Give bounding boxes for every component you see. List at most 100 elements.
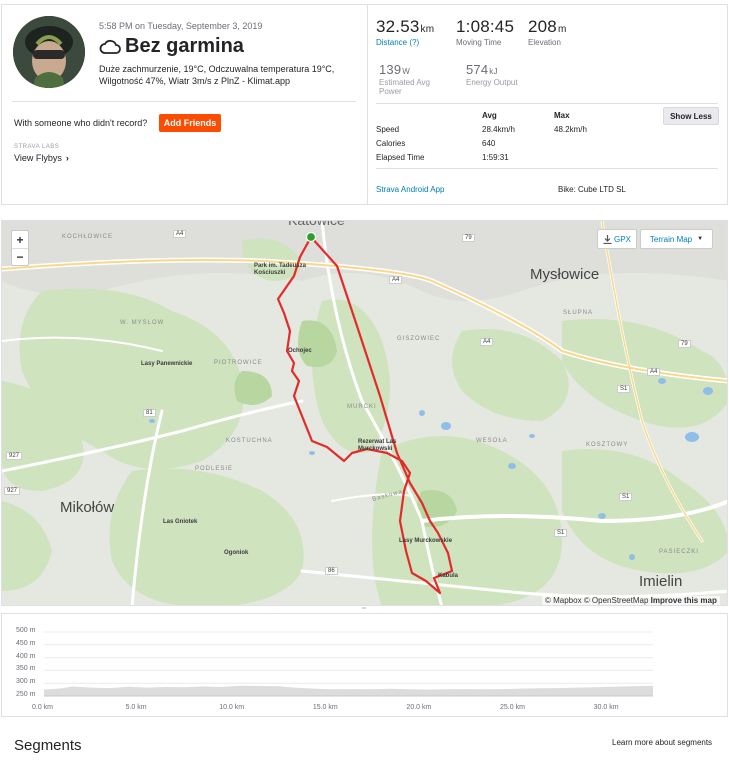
x-tick-label: 30.0 km <box>593 704 619 711</box>
row-avg: 1:59:31 <box>482 153 509 162</box>
energy-value: 574 <box>466 62 489 77</box>
x-tick-label: 20.0 km <box>406 704 432 711</box>
activity-description: Duże zachmurzenie, 19°C, Odczuwalna temp… <box>99 64 335 86</box>
road-shield: 79 <box>462 234 475 242</box>
zoom-in-button[interactable]: + <box>12 231 28 248</box>
y-tick-label: 300 m <box>16 678 36 686</box>
energy-label: Energy Output <box>466 78 518 87</box>
map-canvas <box>2 221 727 605</box>
district-label: SŁUPNA <box>563 310 594 316</box>
row-label: Elapsed Time <box>376 153 425 162</box>
learn-segments-link[interactable]: Learn more about segments <box>612 738 712 747</box>
route-map[interactable]: Katowice Mysłowice Mikołów Imielin Lasy … <box>1 220 728 606</box>
district-label: KOSZTOWY <box>586 442 629 448</box>
activity-title: Bez garmina <box>99 35 244 58</box>
osm-link[interactable]: © OpenStreetMap <box>584 596 649 605</box>
stat-moving-time: 1:08:45 Moving Time <box>456 17 514 47</box>
map-type-label: Terrain Map <box>649 234 693 244</box>
view-flybys-link[interactable]: View Flybys › <box>14 153 69 163</box>
zoom-out-button[interactable]: − <box>12 248 28 265</box>
map-type-dropdown[interactable]: Terrain Map ▼ <box>640 229 713 249</box>
row-avg: 640 <box>482 139 496 148</box>
road-shield: 927 <box>6 452 23 460</box>
road-shield: 79 <box>678 340 691 348</box>
show-less-button[interactable]: Show Less <box>663 107 719 125</box>
segments-heading: Segments <box>14 737 82 754</box>
elevation-area <box>44 685 653 696</box>
caret-down-icon: ▼ <box>697 236 704 242</box>
x-tick-label: 0.0 km <box>32 704 54 711</box>
x-tick-label: 25.0 km <box>500 704 525 711</box>
district-label: GISZOWIEC <box>397 336 441 342</box>
elevation-label: Elevation <box>528 38 561 47</box>
activity-card: 5:58 PM on Tuesday, September 3, 2019 Be… <box>1 4 728 205</box>
place-label: Imielin <box>639 573 683 590</box>
activity-title-text: Bez garmina <box>125 35 244 57</box>
place-label: Rezerwat Las Murckowski <box>358 439 397 452</box>
distance-unit: km <box>420 24 435 35</box>
district-label: PASIECZKI <box>659 549 699 555</box>
avatar[interactable] <box>13 16 85 88</box>
power-value: 139 <box>379 62 402 77</box>
place-label: Mysłowice <box>530 266 600 283</box>
table-header-avg: Avg <box>482 111 497 120</box>
row-label: Calories <box>376 139 406 148</box>
zoom-control: + − <box>11 230 29 266</box>
y-tick-label: 350 m <box>16 665 36 673</box>
road-shield: A4 <box>647 368 661 376</box>
x-tick-label: 15.0 km <box>312 704 338 711</box>
place-label: Ochojec <box>288 348 312 354</box>
stat-power: 139W Estimated Avg Power <box>379 62 447 96</box>
place-label: Park im. Tadeusza Kościuszki <box>254 263 306 276</box>
add-friends-button[interactable]: Add Friends <box>159 114 221 132</box>
chevron-right-icon: › <box>65 153 69 163</box>
district-label: KOSTUCHNA <box>226 438 273 444</box>
activity-date: 5:58 PM on Tuesday, September 3, 2019 <box>99 21 263 31</box>
y-tick-label: 250 m <box>16 691 36 698</box>
energy-unit: kJ <box>489 67 498 76</box>
stat-energy: 574kJ Energy Output <box>466 62 518 87</box>
y-tick-label: 400 m <box>16 652 36 660</box>
mapbox-link[interactable]: © Mapbox <box>545 596 582 605</box>
road-shield: A4 <box>480 338 494 346</box>
elevation-plot <box>44 631 653 697</box>
start-marker <box>305 231 317 243</box>
x-tick-label: 10.0 km <box>219 704 245 711</box>
activity-summary: 5:58 PM on Tuesday, September 3, 2019 Be… <box>2 5 368 204</box>
district-label: PODLESIE <box>195 466 234 472</box>
stat-elevation: 208m Elevation <box>528 17 567 47</box>
road-shield: S1 <box>617 385 631 393</box>
table-row: Speed 28.4km/h 48.2km/h <box>376 125 718 137</box>
row-label: Speed <box>376 125 400 134</box>
bike-info: Bike: Cube LTD SL <box>558 185 626 194</box>
gpx-download-button[interactable]: GPX <box>597 229 637 249</box>
power-label: Estimated Avg Power <box>379 78 430 96</box>
distance-value: 32.53 <box>376 17 420 36</box>
district-label: W. MYSLOW <box>120 320 165 326</box>
place-label: Lasy Panewnickie <box>141 361 193 367</box>
cloud-icon <box>99 39 121 54</box>
place-label: Mikołów <box>60 499 115 516</box>
moving-time-value: 1:08:45 <box>456 17 515 36</box>
district-label: WESOŁA <box>476 438 508 444</box>
table-header-max: Max <box>554 111 570 120</box>
divider <box>376 103 718 104</box>
divider <box>376 168 718 169</box>
distance-label[interactable]: Distance (?) <box>376 38 434 47</box>
district-label: KOCHŁOWICE <box>62 234 114 240</box>
road-shield: 81 <box>143 409 156 417</box>
district-label: MURCKI <box>347 404 377 410</box>
district-label: PIOTROWICE <box>214 360 263 366</box>
gpx-label: GPX <box>614 234 631 244</box>
map-resize-handle[interactable]: ═ <box>357 606 371 612</box>
row-max: 48.2km/h <box>554 125 587 134</box>
device-link[interactable]: Strava Android App <box>376 185 445 194</box>
strava-labs-label: STRAVA LABS <box>14 144 60 150</box>
road-shield: 86 <box>325 567 338 575</box>
download-icon <box>603 234 612 244</box>
y-tick-label: 450 m <box>16 639 36 647</box>
elevation-chart[interactable]: 500 m 450 m 400 m 350 m 300 m 250 m 0.0 km 5.0 … <box>1 613 728 717</box>
friends-prompt: With someone who didn't record? <box>14 118 148 128</box>
road-shield: S1 <box>554 529 568 537</box>
improve-map-link[interactable]: Improve this map <box>651 596 717 605</box>
